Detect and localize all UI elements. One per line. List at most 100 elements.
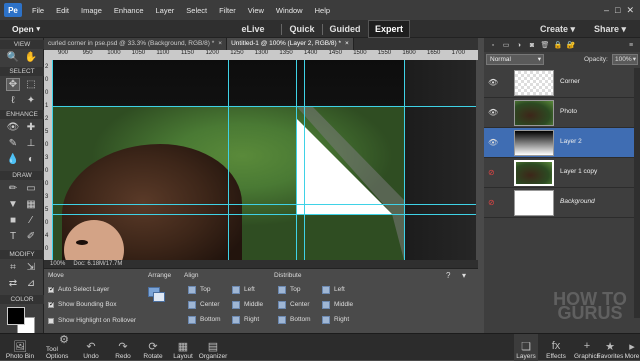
maximize-icon[interactable]: □ [615, 5, 620, 16]
align-top-icon[interactable] [188, 286, 196, 294]
lock-icon[interactable]: 🔒 [553, 40, 563, 50]
brush-tool-icon[interactable]: ✏ [6, 182, 20, 195]
layers-button[interactable]: ❏ Layers [514, 334, 538, 361]
lasso-tool-icon[interactable]: ℓ [6, 94, 20, 107]
effects-button[interactable]: fx Effects [544, 334, 568, 361]
mask-icon[interactable]: ◙ [527, 40, 537, 50]
distribute-bottom-label[interactable]: Bottom [290, 316, 311, 323]
gradient-tool-icon[interactable]: ▦ [24, 198, 38, 211]
help-icon[interactable]: ? [446, 271, 450, 280]
menu-select[interactable]: Select [180, 6, 213, 15]
close-icon[interactable]: × [345, 38, 349, 50]
sponge-tool-icon[interactable]: ◐ [24, 153, 38, 166]
distribute-top-label[interactable]: Top [290, 286, 300, 293]
photo-bin-button[interactable]: 🖼 Photo Bin [0, 334, 40, 361]
highlight-checkbox[interactable] [48, 318, 54, 324]
doc-tab-active[interactable]: Untitled-1 @ 100% (Layer 2, RGB/8) * × [227, 38, 354, 50]
eye-icon[interactable]: 👁 [488, 138, 498, 147]
guide-line[interactable] [404, 60, 405, 260]
crop-tool-icon[interactable]: ⌗ [6, 261, 20, 274]
menu-image[interactable]: Image [75, 6, 108, 15]
layer-row-photo[interactable]: 👁 Photo [484, 98, 640, 128]
guide-line[interactable] [228, 60, 229, 260]
align-left-icon[interactable] [232, 286, 240, 294]
layers-scrollbar[interactable] [634, 68, 640, 318]
marquee-tool-icon[interactable]: ⬚ [24, 78, 38, 91]
doc-tab[interactable]: curled corner in pse.psd @ 33.3% (Backgr… [44, 38, 228, 50]
distribute-left-label[interactable]: Left [334, 286, 345, 293]
eraser-tool-icon[interactable]: ▭ [24, 182, 38, 195]
canvas[interactable] [52, 60, 476, 260]
guide-line[interactable] [52, 214, 476, 215]
distribute-right-icon[interactable] [322, 316, 330, 324]
distribute-middle-icon[interactable] [322, 301, 330, 309]
opacity-input[interactable]: 100% ▾ [612, 54, 638, 65]
open-button[interactable]: Open ▾ [0, 20, 46, 38]
create-button[interactable]: Create ▾ [540, 20, 575, 38]
content-move-icon[interactable]: ⇄ [6, 277, 20, 290]
spot-heal-icon[interactable]: ✚ [24, 121, 38, 134]
arrange-icon[interactable] [148, 287, 168, 303]
share-button[interactable]: Share ▾ [594, 20, 626, 38]
guide-line[interactable] [296, 60, 297, 260]
menu-help[interactable]: Help [309, 6, 336, 15]
new-layer-icon[interactable]: ▫ [488, 40, 498, 50]
menu-filter[interactable]: Filter [213, 6, 242, 15]
smart-brush-icon[interactable]: ✎ [6, 137, 20, 150]
favorites-button[interactable]: ★ Favorites [597, 334, 624, 361]
menu-view[interactable]: View [242, 6, 270, 15]
chevron-down-icon[interactable]: ▾ [462, 271, 466, 280]
distribute-middle-label[interactable]: Middle [334, 301, 353, 308]
menu-file[interactable]: File [26, 6, 50, 15]
recompose-icon[interactable]: ⇲ [24, 261, 38, 274]
eye-icon[interactable]: 👁 [488, 78, 498, 87]
align-center-icon[interactable] [188, 301, 196, 309]
align-middle-label[interactable]: Middle [244, 301, 263, 308]
minimize-icon[interactable]: – [604, 5, 609, 16]
clone-stamp-icon[interactable]: ⊥ [24, 137, 38, 150]
layout-button[interactable]: ▦ Layout [170, 334, 196, 361]
guide-line[interactable] [52, 106, 476, 107]
tab-guided[interactable]: Guided [322, 20, 368, 38]
straighten-icon[interactable]: ⊿ [24, 277, 38, 290]
distribute-bottom-icon[interactable] [278, 316, 286, 324]
tab-expert[interactable]: Expert [368, 20, 410, 38]
tab-quick[interactable]: Quick [282, 20, 322, 38]
menu-window[interactable]: Window [270, 6, 309, 15]
eye-hidden-icon[interactable]: ⊘ [488, 168, 495, 177]
distribute-top-icon[interactable] [278, 286, 286, 294]
move-tool-icon[interactable]: ✥ [6, 78, 20, 91]
redo-button[interactable]: ↷ Redo [112, 334, 134, 361]
eyedropper-icon[interactable]: ⁄ [24, 214, 38, 227]
type-tool-icon[interactable]: T [6, 230, 20, 243]
adjustment-icon[interactable]: ◑ [514, 40, 524, 50]
pencil-tool-icon[interactable]: ✐ [24, 230, 38, 243]
hand-tool-icon[interactable]: ✋ [24, 51, 38, 64]
eye-hidden-icon[interactable]: ⊘ [488, 198, 495, 207]
shape-tool-icon[interactable]: ■ [6, 214, 20, 227]
group-icon[interactable]: ▭ [501, 40, 511, 50]
paint-bucket-icon[interactable]: ▼ [6, 198, 20, 211]
lock-all-icon[interactable]: 🔐 [566, 40, 576, 50]
auto-select-checkbox[interactable] [48, 285, 55, 293]
trash-icon[interactable]: 🗑 [540, 40, 550, 50]
layer-row-layer-2[interactable]: 👁 Layer 2 [484, 128, 640, 158]
guide-line[interactable] [52, 60, 53, 260]
eye-tool-icon[interactable]: 👁 [6, 121, 20, 134]
layer-row-background[interactable]: ⊘ Background [484, 188, 640, 218]
bounding-box-checkbox[interactable] [48, 300, 55, 308]
guide-line[interactable] [304, 60, 305, 260]
more-button[interactable]: ▸ More [624, 334, 640, 361]
rotate-button[interactable]: ⟳ Rotate [140, 334, 166, 361]
menu-edit[interactable]: Edit [50, 6, 75, 15]
tab-elive[interactable]: eLive [226, 20, 280, 38]
align-left-label[interactable]: Left [244, 286, 255, 293]
distribute-right-label[interactable]: Right [334, 316, 349, 323]
close-icon[interactable]: × [218, 38, 222, 50]
blur-tool-icon[interactable]: 💧 [6, 153, 20, 166]
blend-mode-select[interactable]: Normal ▾ [486, 54, 544, 65]
layer-row-layer-1-copy[interactable]: ⊘ Layer 1 copy [484, 158, 640, 188]
organizer-button[interactable]: ▤ Organizer [198, 334, 228, 361]
menu-enhance[interactable]: Enhance [108, 6, 150, 15]
align-right-icon[interactable] [232, 316, 240, 324]
